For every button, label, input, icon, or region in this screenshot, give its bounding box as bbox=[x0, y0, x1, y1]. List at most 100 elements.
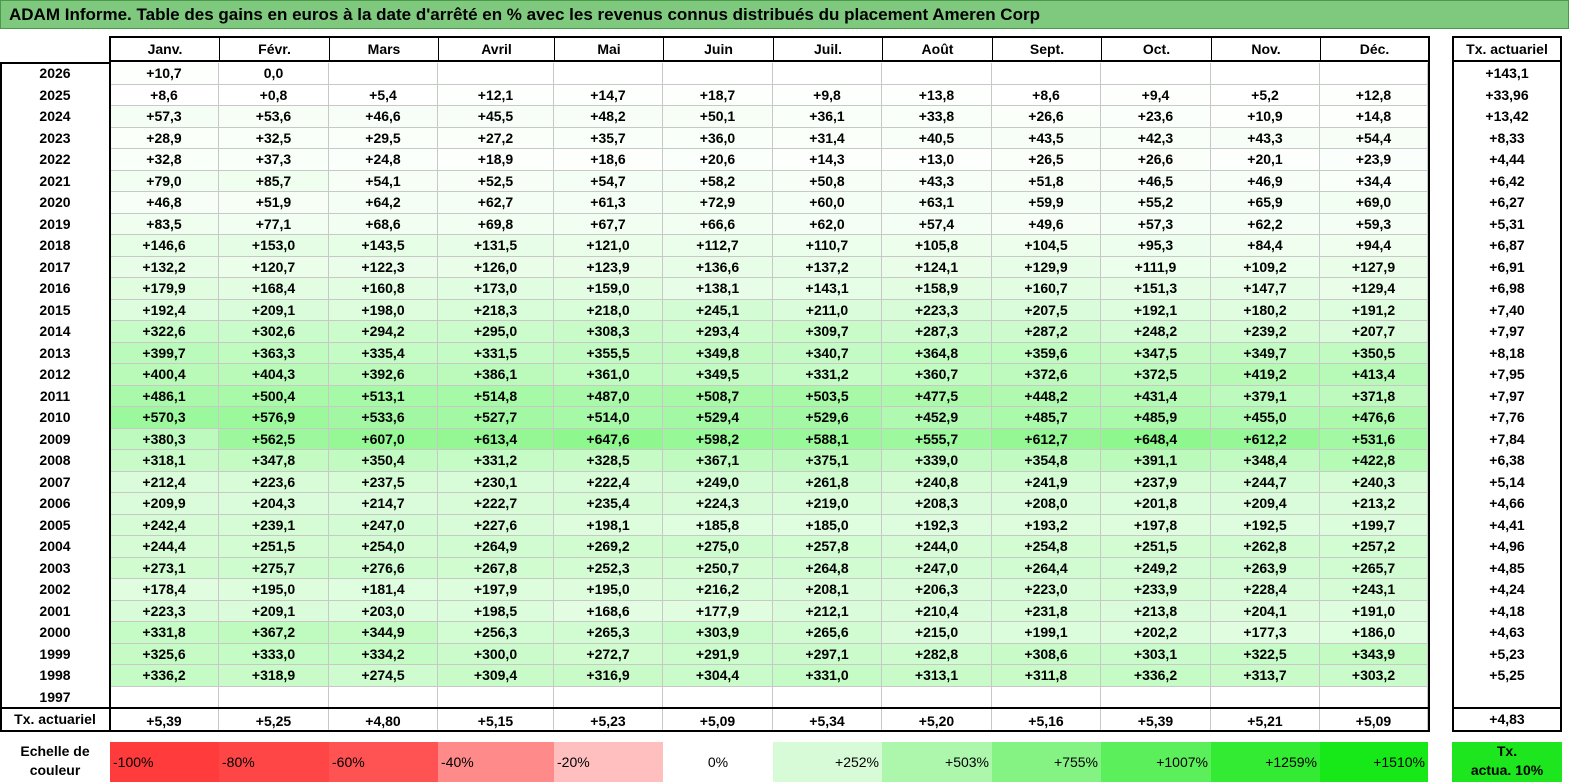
table-cell: +251,5 bbox=[219, 536, 329, 558]
table-cell: +31,4 bbox=[773, 127, 882, 149]
table-cell: +570,3 bbox=[110, 407, 219, 429]
table-cell: +212,1 bbox=[773, 600, 882, 622]
table-cell: +247,0 bbox=[329, 514, 438, 536]
table-cell: +79,0 bbox=[110, 170, 219, 192]
table-cell: +124,1 bbox=[882, 256, 992, 278]
table-cell bbox=[219, 686, 329, 708]
table-cell: +51,8 bbox=[992, 170, 1101, 192]
table-cell: +371,8 bbox=[1320, 385, 1428, 407]
table-cell: +237,9 bbox=[1101, 471, 1211, 493]
table-cell: +413,4 bbox=[1320, 364, 1428, 386]
table-cell: +129,4 bbox=[1320, 278, 1428, 300]
table-cell: +322,6 bbox=[110, 321, 219, 343]
tx-row-rate: +4,83 bbox=[1489, 711, 1525, 727]
year-label: 2011 bbox=[39, 387, 71, 404]
table-cell: +207,5 bbox=[992, 299, 1101, 321]
year-label: 2012 bbox=[39, 366, 71, 382]
year-label: 2018 bbox=[39, 237, 71, 253]
month-header: Nov. bbox=[1211, 36, 1321, 62]
table-cell: +193,2 bbox=[992, 514, 1101, 536]
year-label: 2025 bbox=[39, 86, 71, 103]
table-cell: +254,0 bbox=[329, 536, 438, 558]
table-cell: +364,8 bbox=[882, 342, 992, 364]
tx-row-cell: +5,23 bbox=[554, 709, 663, 731]
scale-step: 0% bbox=[663, 742, 773, 782]
tx-row-cell: +5,34 bbox=[773, 709, 882, 731]
table-cell: +60,0 bbox=[773, 192, 882, 214]
tx-row-cell: +5,09 bbox=[663, 709, 773, 731]
table-cell: +57,3 bbox=[110, 106, 219, 128]
table-cell: +151,3 bbox=[1101, 278, 1211, 300]
year-label: 2002 bbox=[39, 581, 71, 597]
table-cell: +265,7 bbox=[1320, 557, 1428, 579]
table-cell: +131,5 bbox=[438, 235, 554, 257]
table-cell: +204,1 bbox=[1211, 600, 1320, 622]
table-cell: +257,2 bbox=[1320, 536, 1428, 558]
table-cell: +295,0 bbox=[438, 321, 554, 343]
table-cell: +34,4 bbox=[1320, 170, 1428, 192]
year-label: 2008 bbox=[39, 452, 71, 468]
tx-row-label: Tx. actuariel bbox=[14, 711, 96, 727]
table-cell bbox=[773, 63, 882, 85]
year-label: 2019 bbox=[39, 215, 71, 232]
table-cell: +209,1 bbox=[219, 299, 329, 321]
year-label: 1997 bbox=[39, 688, 71, 705]
table-cell: +513,1 bbox=[329, 385, 438, 407]
table-cell: +28,9 bbox=[110, 127, 219, 149]
table-cell: +355,5 bbox=[554, 342, 663, 364]
table-cell: +300,0 bbox=[438, 643, 554, 665]
table-cell: +209,9 bbox=[110, 493, 219, 515]
year-label: 2001 bbox=[39, 602, 71, 619]
tx-row-cell: +5,21 bbox=[1211, 709, 1320, 731]
year-label: 2017 bbox=[39, 258, 71, 275]
table-cell bbox=[663, 63, 773, 85]
table-cell: +50,8 bbox=[773, 170, 882, 192]
tx-row-cell: +5,39 bbox=[110, 709, 219, 731]
table-cell: +562,5 bbox=[219, 428, 329, 450]
table-cell: +235,4 bbox=[554, 493, 663, 515]
table-cell: +159,0 bbox=[554, 278, 663, 300]
table-cell: +201,8 bbox=[1101, 493, 1211, 515]
table-cell: +185,8 bbox=[663, 514, 773, 536]
table-cell: +265,6 bbox=[773, 622, 882, 644]
table-cell: +214,7 bbox=[329, 493, 438, 515]
rate-cell: +4,18 bbox=[1489, 602, 1525, 619]
table-cell: +36,1 bbox=[773, 106, 882, 128]
tx-row-separator bbox=[0, 707, 1430, 709]
table-cell: +486,1 bbox=[110, 385, 219, 407]
table-cell: +322,5 bbox=[1211, 643, 1320, 665]
year-label: 2016 bbox=[39, 280, 71, 296]
table-cell: +126,0 bbox=[438, 256, 554, 278]
table-cell: +399,7 bbox=[110, 342, 219, 364]
table-cell: +228,4 bbox=[1211, 579, 1320, 601]
table-cell bbox=[110, 686, 219, 708]
table-cell: +313,1 bbox=[882, 665, 992, 687]
table-cell: +199,1 bbox=[992, 622, 1101, 644]
table-cell: +158,9 bbox=[882, 278, 992, 300]
rate-cell: +6,27 bbox=[1489, 194, 1525, 210]
table-cell: +54,7 bbox=[554, 170, 663, 192]
table-cell: +607,0 bbox=[329, 428, 438, 450]
table-cell: +222,4 bbox=[554, 471, 663, 493]
table-cell bbox=[773, 686, 882, 708]
table-cell: +94,4 bbox=[1320, 235, 1428, 257]
table-cell: +531,6 bbox=[1320, 428, 1428, 450]
scale-step: -100% bbox=[110, 742, 219, 782]
year-label: 2023 bbox=[39, 129, 71, 146]
table-cell: +485,7 bbox=[992, 407, 1101, 429]
table-cell: +198,1 bbox=[554, 514, 663, 536]
year-label: 2010 bbox=[39, 409, 71, 425]
table-cell: +46,6 bbox=[329, 106, 438, 128]
table-cell: +244,0 bbox=[882, 536, 992, 558]
scale-step: -60% bbox=[329, 742, 438, 782]
month-header: Avril bbox=[438, 36, 555, 62]
table-cell: +95,3 bbox=[1101, 235, 1211, 257]
table-cell: +62,0 bbox=[773, 213, 882, 235]
month-header: Oct. bbox=[1101, 36, 1212, 62]
scale-rate-line1: Tx. bbox=[1496, 743, 1518, 759]
table-cell: +335,4 bbox=[329, 342, 438, 364]
month-header: Juin bbox=[663, 36, 774, 62]
rate-cell: +8,18 bbox=[1489, 344, 1525, 361]
rate-cell: +33,96 bbox=[1485, 86, 1529, 103]
month-header: Févr. bbox=[219, 36, 330, 62]
